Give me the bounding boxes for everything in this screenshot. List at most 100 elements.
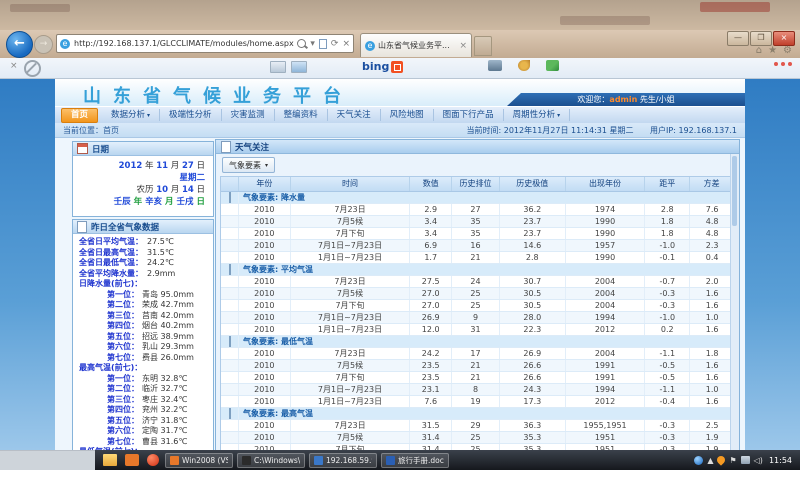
refresh-icon[interactable]: ⟳: [331, 39, 339, 49]
nav-item-极端性分析[interactable]: 极端性分析: [160, 109, 222, 121]
table-cell: 17.3: [500, 396, 566, 407]
tab-title[interactable]: 山东省气候业务平...: [378, 40, 457, 51]
stop-icon[interactable]: ×: [342, 39, 350, 49]
group-checkbox[interactable]: [229, 408, 231, 419]
column-header[interactable]: 出现年份: [566, 177, 646, 191]
tab-close-icon[interactable]: ×: [459, 41, 467, 51]
scrollbar-thumb[interactable]: [732, 156, 737, 226]
puzzle-icon[interactable]: [546, 60, 559, 71]
taskbar-button[interactable]: 192.168.59.99...: [309, 453, 377, 468]
table-row[interactable]: 20101月1日~7月23日7.61917.32012-0.41.6: [221, 396, 734, 408]
nav-item-数据分析[interactable]: 数据分析▾: [102, 109, 160, 121]
column-header[interactable]: 历史排位: [452, 177, 500, 191]
toolbar-close-icon[interactable]: ×: [10, 61, 18, 71]
nav-item-周期性分析[interactable]: 周期性分析▾: [504, 109, 571, 121]
explorer-folder-icon[interactable]: [103, 454, 117, 466]
table-row[interactable]: 20107月1日~7月23日6.91614.61957-1.02.3: [221, 240, 734, 252]
taskbar-button[interactable]: C:\Windows\s...: [237, 453, 305, 468]
table-row[interactable]: 20101月1日~7月23日12.03122.320120.21.6: [221, 324, 734, 336]
table-row[interactable]: 20107月5候31.42535.31951-0.31.9: [221, 432, 734, 444]
weather-stat: 全省平均降水量：2.9mm: [73, 269, 213, 280]
column-header[interactable]: 数值: [410, 177, 452, 191]
mail-icon[interactable]: [270, 61, 286, 73]
address-url[interactable]: http://192.168.137.1/GLCCLIMATE/modules/…: [74, 39, 297, 48]
group-checkbox[interactable]: [229, 336, 231, 347]
nav-item-整编资料[interactable]: 整编资料: [275, 109, 328, 121]
table-cell: 21: [452, 372, 500, 383]
nav-item-图面下行产品[interactable]: 图面下行产品: [434, 109, 504, 121]
table-cell: 23.7: [500, 228, 566, 239]
date-part: 2012: [119, 161, 143, 171]
element-filter-button[interactable]: 气象要素 ▾: [222, 157, 275, 173]
table-row[interactable]: 20101月1日~7月23日1.7212.81990-0.10.4: [221, 252, 734, 264]
taskbar-clock[interactable]: 11:54: [769, 456, 792, 465]
stat-value: 24.2℃: [147, 258, 174, 267]
group-checkbox[interactable]: [229, 192, 231, 203]
taskbar-button[interactable]: Win2008 (VS2...: [165, 453, 233, 468]
table-scrollbar[interactable]: [730, 154, 739, 451]
browser-forward-button[interactable]: →: [34, 35, 53, 54]
new-tab-button[interactable]: [474, 36, 492, 56]
browser-tab[interactable]: e 山东省气候业务平... ×: [360, 33, 472, 57]
group-checkbox[interactable]: [229, 264, 231, 275]
nav-item-首页[interactable]: 首页: [61, 108, 98, 123]
table-row[interactable]: 20107月5候23.52126.61991-0.51.6: [221, 360, 734, 372]
bing-logo[interactable]: bing: [362, 60, 403, 73]
compatibility-icon[interactable]: [319, 39, 327, 49]
column-header[interactable]: 方差: [690, 177, 734, 191]
home-icon[interactable]: ⌂: [756, 45, 762, 56]
network-globe-icon[interactable]: [694, 456, 703, 465]
table-cell: 1990: [566, 228, 646, 239]
network-status-icon[interactable]: [741, 456, 750, 464]
table-row[interactable]: 20107月下旬23.52126.61991-0.51.6: [221, 372, 734, 384]
table-row[interactable]: 20107月5候27.02530.52004-0.31.6: [221, 288, 734, 300]
browser-app-icon[interactable]: [147, 454, 159, 466]
main-navigation: 首页数据分析▾极端性分析灾害监测整编资料天气关注风险地图图面下行产品周期性分析▾: [55, 106, 745, 123]
pet-paw-icon[interactable]: [518, 60, 530, 71]
search-icon[interactable]: [297, 39, 306, 48]
table-row[interactable]: 20107月1日~7月23日23.1824.31994-1.11.0: [221, 384, 734, 396]
weather-panel-title: 昨日全省气象数据: [91, 221, 159, 233]
table-row[interactable]: 20107月下旬27.02530.52004-0.31.6: [221, 300, 734, 312]
camera-icon[interactable]: [488, 60, 502, 71]
nav-item-风险地图[interactable]: 风险地图: [381, 109, 434, 121]
table-cell: 2010: [239, 348, 291, 359]
nav-item-灾害监测[interactable]: 灾害监测: [222, 109, 275, 121]
table-row[interactable]: 20107月1日~7月23日26.9928.01994-1.01.0: [221, 312, 734, 324]
address-dropdown-icon[interactable]: ▾: [310, 39, 315, 49]
table-row[interactable]: 20107月下旬3.43523.719901.84.8: [221, 228, 734, 240]
weather-panel-body: 全省日平均气温：27.5℃全省日最高气温：31.5℃全省日最低气温：24.2℃全…: [73, 234, 213, 452]
favorites-star-icon[interactable]: ★: [768, 45, 777, 56]
bing-wordmark: bing: [362, 60, 389, 73]
message-icon[interactable]: [291, 61, 307, 73]
table-cell: 1974: [566, 204, 646, 215]
address-bar[interactable]: e http://192.168.137.1/GLCCLIMATE/module…: [56, 34, 354, 53]
settings-gear-icon[interactable]: ⚙: [783, 45, 792, 56]
column-header[interactable]: 年份: [239, 177, 291, 191]
browser-back-button[interactable]: ←: [6, 31, 33, 58]
table-row[interactable]: 20107月23日24.21726.92004-1.11.8: [221, 348, 734, 360]
volume-icon[interactable]: ◁): [754, 456, 763, 465]
date-part: 10: [156, 185, 168, 195]
table-row[interactable]: 20107月5候3.43523.719901.84.8: [221, 216, 734, 228]
taskbar-button[interactable]: 旅行手册.docx ...: [381, 453, 449, 468]
table-row[interactable]: 20107月23日31.52936.31955,1951-0.32.5: [221, 420, 734, 432]
table-row[interactable]: 20107月23日2.92736.219742.87.6: [221, 204, 734, 216]
more-options-dots-icon[interactable]: [774, 62, 792, 66]
rank-label: 第五位：: [107, 332, 139, 341]
taskbar-button-label: 192.168.59.99...: [326, 456, 372, 465]
column-header[interactable]: 距平: [645, 177, 690, 191]
tray-expand-icon[interactable]: ▲: [707, 456, 713, 465]
column-header[interactable]: 时间: [291, 177, 411, 191]
minimize-button[interactable]: —: [727, 31, 749, 46]
app-launcher-icon[interactable]: [125, 454, 139, 466]
maximize-button[interactable]: ❐: [750, 31, 772, 46]
table-cell: 1.8: [645, 216, 690, 227]
table-row[interactable]: 20107月23日27.52430.72004-0.72.0: [221, 276, 734, 288]
antivirus-icon[interactable]: [716, 454, 727, 465]
column-header[interactable]: 历史极值: [500, 177, 566, 191]
group-checkbox-cell: [221, 408, 239, 419]
close-button[interactable]: ×: [773, 31, 795, 46]
nav-item-天气关注[interactable]: 天气关注: [328, 109, 381, 121]
action-center-flag-icon[interactable]: ⚑: [729, 456, 736, 465]
